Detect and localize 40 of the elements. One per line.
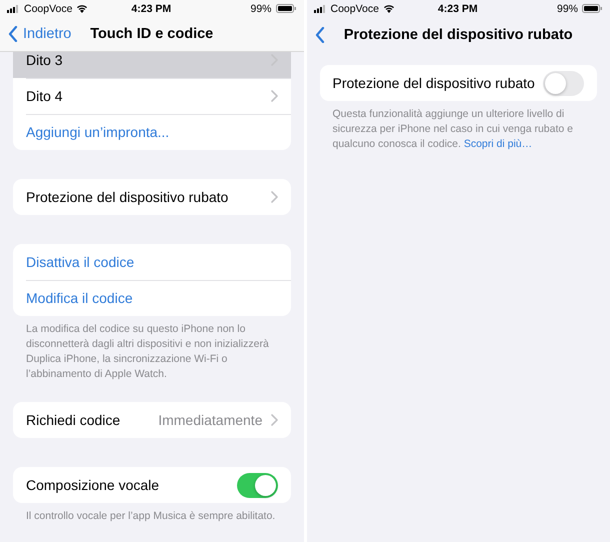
- learn-more-link[interactable]: Scopri di più…: [464, 138, 532, 150]
- carrier-name: CoopVoce: [24, 2, 72, 14]
- row-label: Richiedi codice: [26, 412, 122, 428]
- carrier-name: CoopVoce: [330, 2, 379, 14]
- row-label: Protezione del dispositivo rubato: [26, 189, 230, 205]
- settings-row[interactable]: Protezione del dispositivo rubato: [13, 179, 290, 215]
- chevron-right-icon: [270, 191, 278, 203]
- battery-icon: [276, 4, 296, 13]
- action-link[interactable]: Disattiva il codice: [26, 254, 134, 270]
- row-label: Protezione del dispositivo rubato: [332, 75, 536, 91]
- row-label: Dito 3: [26, 52, 64, 68]
- status-time: 4:23 PM: [438, 2, 478, 14]
- chevron-right-icon: [270, 90, 278, 102]
- chevron-right-icon: [270, 414, 278, 426]
- status-time: 4:23 PM: [131, 2, 172, 14]
- action-link[interactable]: Aggiungi un’impronta...: [26, 124, 170, 140]
- back-button[interactable]: Indietro: [0, 26, 72, 42]
- footer-note: La modifica del codice su questo iPhone non lo disconnetterà dagli altri dispositivi e non inizializzerà Duplica iPhone, la sincronizzazione Wi-Fi o l’abbinamento di Apple Watch.: [26, 322, 270, 382]
- battery-icon: [582, 4, 602, 13]
- settings-row[interactable]: Dito 4: [13, 78, 290, 114]
- wifi-icon: [382, 4, 395, 13]
- footer-note: Questa funzionalità aggiunge un ulteriore livello di sicurezza per iPhone nel caso in cui venga rubato e qualcuno conosca il codice. Scopri di più…: [332, 107, 574, 152]
- toggle-switch[interactable]: [236, 472, 278, 498]
- action-link[interactable]: Modifica il codice: [26, 290, 133, 306]
- signal-icon: [7, 4, 20, 12]
- chevron-left-icon: [8, 26, 18, 42]
- chevron-left-icon: [314, 26, 324, 42]
- row-value: Immediatamente: [158, 412, 262, 428]
- settings-row[interactable]: Richiedi codice Immediatamente: [13, 402, 290, 438]
- settings-row[interactable]: Dito 3: [13, 52, 290, 78]
- row-label: Dito 4: [26, 88, 64, 104]
- wifi-icon: [76, 4, 88, 13]
- battery-percent: 99%: [250, 2, 272, 14]
- row-label: Composizione vocale: [26, 477, 160, 493]
- battery-percent: 99%: [556, 2, 578, 14]
- nav-title: Protezione del dispositivo rubato: [344, 26, 573, 42]
- toggle-switch[interactable]: [543, 70, 584, 96]
- footer-note: Il controllo vocale per l’app Musica è sempre abilitato.: [26, 509, 276, 524]
- nav-title: Touch ID e codice: [90, 26, 214, 42]
- signal-icon: [314, 4, 326, 12]
